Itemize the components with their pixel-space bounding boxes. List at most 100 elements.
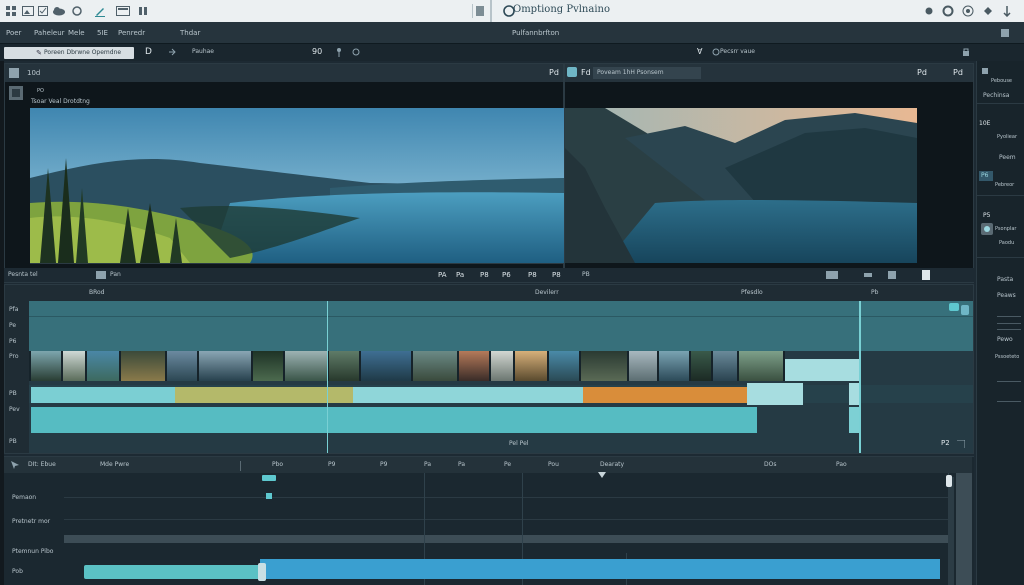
bottom-right-scroll[interactable] xyxy=(948,477,954,585)
right-label-6: Psonplar xyxy=(995,226,1017,232)
menu-item-5[interactable]: Penredr xyxy=(118,30,145,37)
mark-5: Pa xyxy=(458,461,466,468)
clip-orange[interactable] xyxy=(583,387,747,403)
checkbox-icon[interactable] xyxy=(38,6,48,16)
step-icon[interactable] xyxy=(864,271,872,279)
menu-item-1[interactable]: Poer xyxy=(6,30,21,37)
thumb-14 xyxy=(515,351,547,381)
right-badge-4-icon xyxy=(983,225,991,233)
blue-clip-handle[interactable] xyxy=(258,563,266,581)
clip-teal-1[interactable] xyxy=(31,387,175,403)
bookmark-icon[interactable] xyxy=(922,270,930,280)
pencil-icon[interactable] xyxy=(94,5,106,17)
link-icon[interactable] xyxy=(352,48,360,56)
source-tab-label[interactable]: 10d xyxy=(27,70,40,77)
bottom-scroll-thumb[interactable] xyxy=(946,475,952,487)
bottom-gray-track[interactable] xyxy=(64,535,952,543)
home-icon[interactable] xyxy=(924,6,934,16)
corner-bracket-icon[interactable] xyxy=(957,440,965,448)
source-viewer-menu-icon[interactable] xyxy=(9,86,23,100)
right-badge-3[interactable]: P5 xyxy=(983,213,990,219)
cursor-icon[interactable] xyxy=(10,460,20,470)
bottom-marker-pin[interactable] xyxy=(598,472,606,480)
filmstrip-end-block[interactable] xyxy=(785,359,861,381)
control-5[interactable]: P8 xyxy=(528,272,537,279)
program-clip-field[interactable]: Poveam 1hH Psonsem xyxy=(593,67,701,79)
program-page-label[interactable]: Pd xyxy=(917,69,927,77)
mark-8: Dearaty xyxy=(600,461,625,468)
grid-icon[interactable] xyxy=(6,6,16,16)
teal-marker-right-2[interactable] xyxy=(961,305,969,315)
pin-icon[interactable] xyxy=(1002,5,1012,17)
teal-marker-right[interactable] xyxy=(949,303,959,311)
clip-teal-3[interactable] xyxy=(747,383,803,405)
cloud-icon[interactable] xyxy=(52,6,66,16)
right-badge-box-4[interactable] xyxy=(981,223,993,235)
project-search-field[interactable]: ✎ Poreen Dbrwne Opemdne xyxy=(4,47,134,59)
program-tab-label[interactable]: Fd xyxy=(581,69,591,77)
thumb-20 xyxy=(713,351,737,381)
image-icon[interactable] xyxy=(22,6,34,16)
pause-icon[interactable] xyxy=(138,6,148,16)
control-2[interactable]: Pa xyxy=(456,272,464,279)
ruler-label-2: Devilerr xyxy=(535,289,559,296)
track-label-3[interactable]: P6 xyxy=(9,339,16,345)
source-tab-icon[interactable] xyxy=(9,68,19,78)
control-1[interactable]: PA xyxy=(438,272,447,279)
play-icon[interactable] xyxy=(826,271,838,279)
track-label-4[interactable]: Pro xyxy=(9,354,19,360)
mark-9: DOs xyxy=(764,461,777,468)
panel-right-icon[interactable] xyxy=(1000,28,1010,38)
track-label-5[interactable]: PB xyxy=(9,391,17,397)
menu-item-6[interactable]: Thdar xyxy=(180,30,200,37)
source-page-label[interactable]: Pd xyxy=(549,69,559,77)
sun-icon[interactable] xyxy=(72,6,82,16)
control-speed[interactable]: PB xyxy=(582,272,590,278)
settings-icon[interactable] xyxy=(942,5,954,17)
blue-clip-left[interactable] xyxy=(84,565,260,579)
film-icon[interactable] xyxy=(96,271,106,279)
control-6[interactable]: P8 xyxy=(552,272,561,279)
app-dropdown-icon[interactable] xyxy=(476,6,484,16)
track-label-1[interactable]: Pfa xyxy=(9,307,18,313)
sync-icon[interactable] xyxy=(712,48,720,56)
bottom-marker-1[interactable] xyxy=(262,475,276,481)
blue-clip-main[interactable] xyxy=(260,559,940,579)
bottom-marker-2[interactable] xyxy=(266,493,272,499)
loop-icon[interactable] xyxy=(888,271,896,279)
pin-small-icon[interactable] xyxy=(336,47,342,57)
clip-teal-2[interactable] xyxy=(353,387,583,403)
right-badge-box-2[interactable]: P6 xyxy=(979,171,993,181)
right-badge-1[interactable]: 10E xyxy=(979,121,990,127)
bottom-track-3[interactable]: Ptemnun Pibo xyxy=(12,549,53,555)
clip-track-bottom[interactable] xyxy=(31,407,757,433)
program-right-label[interactable]: Pd xyxy=(953,69,963,77)
control-3[interactable]: P8 xyxy=(480,272,489,279)
program-viewer-header: Fd Poveam 1hH Psonsem Pd Pd xyxy=(565,64,973,82)
upload-icon[interactable] xyxy=(962,5,974,17)
right-panel-icon-1[interactable] xyxy=(981,67,989,75)
track-label-2[interactable]: Pe xyxy=(9,323,16,329)
playhead-1[interactable] xyxy=(327,301,328,453)
bottom-track-1[interactable]: Pemaon xyxy=(12,495,36,501)
video-track-upper[interactable] xyxy=(29,301,973,351)
menu-item-3[interactable]: Mele xyxy=(68,30,85,37)
filmstrip-clip[interactable] xyxy=(29,351,785,381)
source-clip-name: Tsoar Veal Drotdtng xyxy=(31,98,90,105)
program-tab-icon[interactable] xyxy=(567,67,577,77)
track-label-7[interactable]: PB xyxy=(9,439,17,445)
toolbar-d-button[interactable]: D xyxy=(145,48,152,57)
playhead-2[interactable] xyxy=(859,301,861,453)
lock-icon[interactable] xyxy=(962,47,970,57)
arrow-icon[interactable] xyxy=(168,48,176,56)
menu-item-4[interactable]: 5IE xyxy=(97,30,108,37)
bottom-track-2[interactable]: Pretnetr mor xyxy=(12,519,50,525)
help-icon[interactable] xyxy=(982,5,994,17)
bottom-track-4[interactable]: Pob xyxy=(12,569,23,575)
window-icon[interactable] xyxy=(116,6,130,16)
toolbar-f-button[interactable]: Ɐ xyxy=(697,48,702,56)
track-label-6[interactable]: Pev xyxy=(9,407,20,413)
control-pan[interactable]: Pan xyxy=(110,272,121,278)
control-4[interactable]: P6 xyxy=(502,272,511,279)
menu-item-2[interactable]: Paheleur xyxy=(34,30,65,37)
